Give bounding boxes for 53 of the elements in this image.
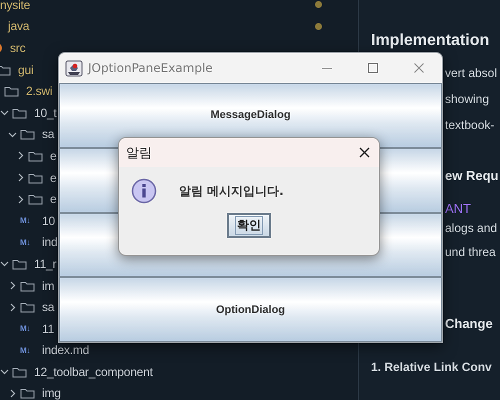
tree-item[interactable]: ind	[42, 235, 58, 250]
paragraph-text: textbook-	[445, 117, 494, 134]
folder-icon	[0, 64, 11, 76]
folder-icon	[28, 172, 43, 184]
tree-item[interactable]: e	[50, 192, 56, 206]
tree-item[interactable]: 10_t	[34, 106, 57, 120]
folder-icon	[20, 280, 35, 292]
ok-button[interactable]: 확인	[227, 213, 271, 238]
tree-item[interactable]: nysite	[0, 0, 30, 12]
alert-label: ANT	[445, 202, 471, 216]
tree-item[interactable]: sa	[42, 127, 54, 142]
folder-icon	[20, 128, 35, 140]
info-icon	[131, 178, 157, 204]
paragraph-text: und threa	[445, 244, 496, 261]
markdown-icon: M↓	[20, 238, 30, 247]
folder-icon	[20, 301, 35, 314]
tree-item[interactable]: 12_toolbar_component	[34, 364, 153, 379]
window-title: JOptionPaneExample	[88, 61, 214, 75]
paragraph-text: showing	[445, 91, 490, 108]
tree-item[interactable]: e	[50, 170, 56, 185]
folder-icon	[4, 85, 19, 98]
maximize-icon[interactable]	[367, 62, 379, 74]
section-heading: Change	[445, 315, 493, 333]
folder-icon	[20, 387, 35, 400]
folder-icon	[12, 106, 27, 119]
folder-icon	[12, 258, 27, 270]
section-heading: ew Requ	[445, 167, 498, 185]
folder-icon	[28, 193, 43, 206]
tree-item[interactable]: 11	[42, 322, 54, 336]
tree-item[interactable]: src	[10, 40, 26, 55]
app-icon	[65, 60, 83, 76]
tree-item[interactable]: 11_r	[34, 256, 56, 271]
tree-item[interactable]: gui	[18, 62, 34, 77]
paragraph-text: vert absol	[445, 65, 498, 82]
tree-item[interactable]: java	[8, 19, 30, 34]
markdown-icon: M↓	[20, 346, 30, 355]
paragraph-text: alogs and	[445, 220, 498, 237]
subsection-heading: 1. Relative Link Conv	[371, 359, 492, 376]
tree-item[interactable]: 10	[42, 214, 55, 228]
tree-item[interactable]: sa	[42, 300, 54, 314]
folder-icon	[12, 366, 27, 378]
dialog-message: 알림 메시지입니다.	[179, 182, 284, 200]
tree-item[interactable]: e	[50, 148, 56, 163]
folder-icon	[28, 150, 43, 162]
section-heading: Implementation	[371, 32, 490, 50]
tree-item[interactable]: img	[42, 386, 61, 400]
tree-item[interactable]: index.md	[42, 343, 90, 358]
markdown-icon: M↓	[20, 216, 30, 226]
markdown-icon: M↓	[20, 324, 30, 334]
tree-item[interactable]: im	[42, 278, 54, 293]
dialog-button[interactable]: OptionDialog	[59, 277, 442, 342]
close-icon[interactable]	[358, 147, 370, 158]
tree-item[interactable]: 2.swi	[26, 84, 52, 98]
